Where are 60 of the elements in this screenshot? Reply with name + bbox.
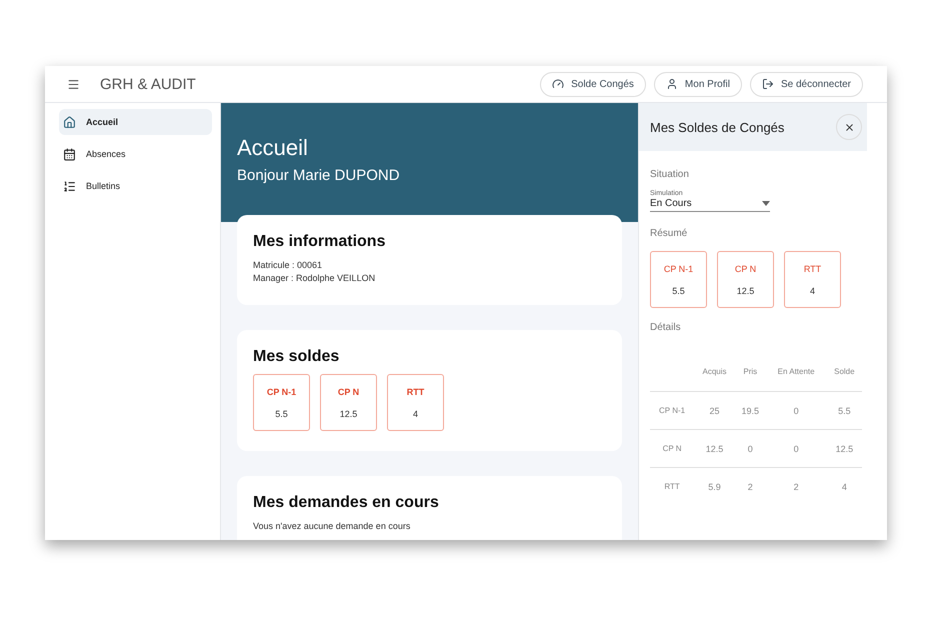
- header-button[interactable]: Se déconnecter: [750, 72, 863, 96]
- section-label: Situation: [650, 169, 690, 180]
- column-header: Acquis: [694, 351, 735, 392]
- column-header: Solde: [826, 351, 862, 392]
- gauge-icon: [552, 78, 564, 90]
- section-label: Détails: [650, 322, 682, 333]
- table-cell: 2: [766, 468, 827, 505]
- balance-label: CP N-1: [664, 264, 694, 274]
- home-icon: [63, 116, 76, 128]
- table-cell: 2: [734, 468, 766, 505]
- row-header: CP N-1: [650, 392, 694, 430]
- table-cell: 12.5: [694, 430, 735, 468]
- table-cell: 0: [766, 430, 827, 468]
- balance-label: RTT: [804, 264, 822, 274]
- panel-title: Mes Soldes de Congés: [650, 120, 784, 134]
- row-header: RTT: [650, 468, 694, 505]
- sidebar-item[interactable]: Absences: [59, 141, 212, 167]
- table-cell: 5.9: [694, 468, 735, 505]
- balance-label: RTT: [406, 386, 424, 396]
- info-line: Manager : Rodolphe VEILLON: [253, 272, 376, 285]
- balance-value: 12.5: [340, 408, 358, 418]
- card-title: Mes soldes: [253, 348, 340, 366]
- list-icon: [63, 180, 76, 192]
- header-button[interactable]: Mon Profil: [654, 72, 742, 96]
- header-button[interactable]: Solde Congés: [540, 72, 646, 96]
- app-title: GRH & AUDIT: [100, 76, 197, 92]
- balance-value: 4: [810, 286, 815, 296]
- card-title: Mes informations: [253, 233, 386, 251]
- balance-value: 5.5: [672, 286, 685, 296]
- balance-value: 5.5: [275, 408, 288, 418]
- row-header: CP N: [650, 430, 694, 468]
- balance-label: CP N: [338, 386, 360, 396]
- dropdown-icon: [762, 201, 770, 206]
- table-cell: 12.5: [826, 430, 862, 468]
- sidebar-item[interactable]: Accueil: [59, 109, 212, 135]
- table-cell: 0: [734, 430, 766, 468]
- menu-icon[interactable]: [67, 78, 80, 90]
- page-title: Accueil: [237, 135, 309, 161]
- section-label: Résumé: [650, 228, 688, 239]
- user-icon: [666, 78, 678, 90]
- empty-message: Vous n'avez aucune demande en cours: [253, 520, 412, 533]
- close-button[interactable]: [836, 114, 862, 140]
- calendar-icon: [63, 148, 76, 160]
- sidebar-item[interactable]: Bulletins: [59, 173, 212, 199]
- greeting: Bonjour Marie DUPOND: [237, 167, 401, 184]
- table-cell: 19.5: [734, 392, 766, 430]
- balance-value: 4: [412, 408, 418, 418]
- close-icon: [844, 122, 854, 132]
- card-title: Mes demandes en cours: [253, 494, 440, 512]
- table-cell: 25: [694, 392, 735, 430]
- column-header: En Attente: [766, 351, 827, 392]
- balance-label: CP N: [734, 264, 756, 274]
- info-line: Matricule : 00061: [253, 259, 324, 272]
- table-cell: 4: [826, 468, 862, 505]
- logout-icon: [762, 78, 774, 90]
- table-cell: 5.5: [826, 392, 862, 430]
- column-header: Pris: [734, 351, 766, 392]
- balance-label: CP N-1: [266, 386, 296, 396]
- balance-value: 12.5: [736, 286, 754, 296]
- table-cell: 0: [766, 392, 827, 430]
